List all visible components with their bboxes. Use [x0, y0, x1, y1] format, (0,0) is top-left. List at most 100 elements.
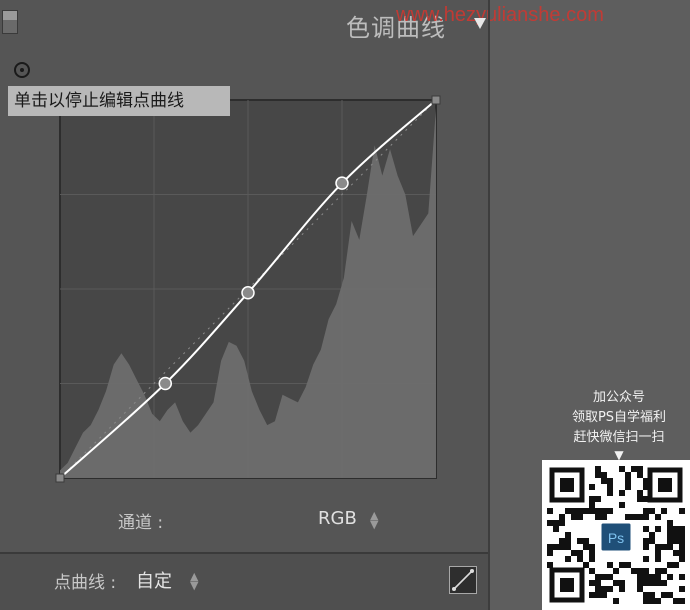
qr-module: [643, 598, 649, 604]
qr-module: [607, 478, 613, 484]
qr-module: [637, 586, 643, 592]
qr-module: [661, 508, 667, 514]
qr-module: [655, 598, 661, 604]
qr-module: [673, 550, 679, 556]
qr-code: Ps: [542, 460, 690, 610]
qr-module: [583, 562, 589, 568]
curve-endpoint[interactable]: [55, 473, 65, 483]
qr-module: [643, 556, 649, 562]
qr-module: [649, 592, 655, 598]
qr-module: [595, 580, 601, 586]
qr-module: [673, 526, 679, 532]
qr-module: [613, 568, 619, 574]
qr-module: [661, 592, 667, 598]
curve-point[interactable]: [241, 286, 255, 300]
qr-module: [601, 592, 607, 598]
qr-module: [595, 508, 601, 514]
qr-module: [625, 562, 631, 568]
qr-module: [643, 568, 649, 574]
qr-module: [571, 550, 577, 556]
qr-module: [607, 574, 613, 580]
curve-edit-button[interactable]: [449, 566, 477, 594]
qr-module: [547, 550, 553, 556]
qr-module: [589, 592, 595, 598]
qr-module: [571, 508, 577, 514]
qr-module: [553, 544, 559, 550]
qr-module: [589, 568, 595, 574]
qr-module: [589, 556, 595, 562]
promo-line-1: 加公众号: [592, 390, 645, 405]
panel-edge: [488, 0, 490, 610]
qr-module: [631, 568, 637, 574]
qr-module: [667, 544, 673, 550]
qr-module: [595, 514, 601, 520]
qr-module: [547, 562, 553, 568]
qr-module: [679, 574, 685, 580]
qr-module: [565, 544, 571, 550]
qr-module: [643, 508, 649, 514]
channel-label: 通道 :: [118, 513, 164, 533]
qr-module: [661, 568, 667, 574]
qr-module: [625, 478, 631, 484]
qr-module: [565, 508, 571, 514]
qr-module: [601, 586, 607, 592]
qr-module: [583, 544, 589, 550]
qr-module: [559, 514, 565, 520]
qr-module: [601, 472, 607, 478]
qr-module: [655, 544, 661, 550]
qr-module: [553, 520, 559, 526]
qr-module: [679, 556, 685, 562]
qr-module: [643, 514, 649, 520]
qr-module: [661, 544, 667, 550]
qr-module: [673, 538, 679, 544]
tone-curve-graph[interactable]: [0, 0, 488, 500]
qr-module: [601, 508, 607, 514]
up-down-stepper-icon[interactable]: ▲ ▼: [370, 510, 378, 530]
qr-module: [679, 586, 685, 592]
qr-module: [607, 508, 613, 514]
qr-module: [637, 514, 643, 520]
qr-module: [583, 538, 589, 544]
qr-module: [619, 562, 625, 568]
curve-point[interactable]: [335, 176, 349, 190]
qr-module: [607, 586, 613, 592]
qr-module: [679, 508, 685, 514]
qr-module: [577, 514, 583, 520]
qr-module: [667, 538, 673, 544]
qr-module: [667, 562, 673, 568]
qr-module: [607, 490, 613, 496]
channel-value: RGB: [318, 508, 357, 529]
qr-module: [655, 556, 661, 562]
qr-module: [547, 520, 553, 526]
point-curve-label: 点曲线 :: [54, 573, 117, 593]
curve-endpoint[interactable]: [431, 95, 441, 105]
qr-module: [601, 514, 607, 520]
qr-module: [619, 580, 625, 586]
qr-module: [637, 490, 643, 496]
qr-module: [667, 520, 673, 526]
qr-module: [637, 580, 643, 586]
qr-module: [637, 574, 643, 580]
up-down-stepper-icon[interactable]: ▲ ▼: [190, 571, 198, 591]
qr-module: [643, 538, 649, 544]
qr-module: [607, 562, 613, 568]
qr-module: [547, 508, 553, 514]
qr-module: [589, 508, 595, 514]
qr-module: [649, 538, 655, 544]
curve-point[interactable]: [158, 376, 173, 391]
qr-module: [625, 472, 631, 478]
channel-dropdown[interactable]: RGB: [318, 508, 357, 529]
qr-module: [673, 532, 679, 538]
qr-module: [679, 526, 685, 532]
promo-text: 加公众号 领取PS自学福利 赶快微信扫一扫 ▼: [548, 388, 690, 462]
qr-module: [673, 562, 679, 568]
qr-module: [589, 550, 595, 556]
point-curve-dropdown[interactable]: 自定: [136, 567, 172, 593]
qr-module: [655, 574, 661, 580]
qr-module: [637, 496, 643, 502]
qr-module: [595, 592, 601, 598]
qr-module: [637, 472, 643, 478]
qr-module: [679, 532, 685, 538]
tooltip: 单击以停止编辑点曲线: [8, 86, 230, 116]
qr-module: [595, 466, 601, 472]
